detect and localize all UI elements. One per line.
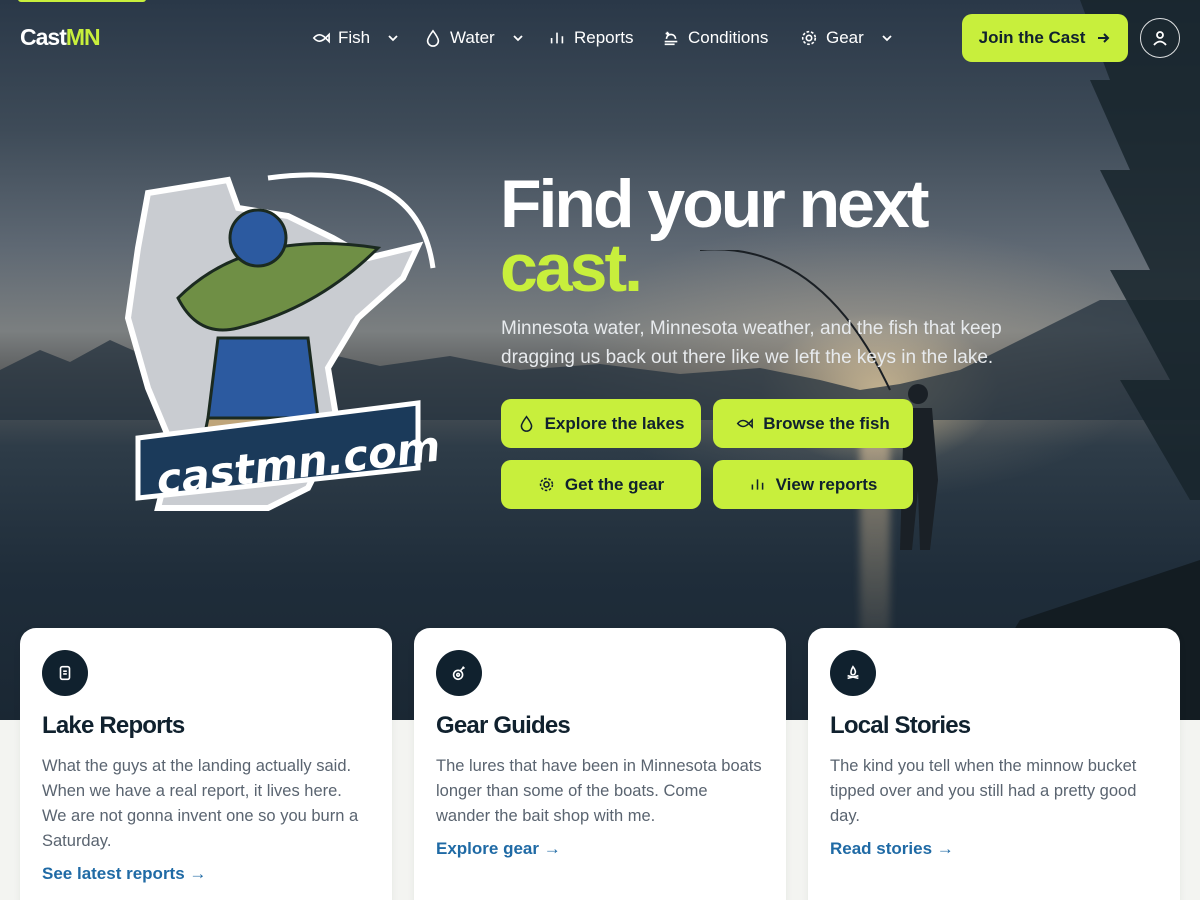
view-reports-button[interactable]: View reports (713, 460, 913, 509)
nav-label: Water (450, 28, 495, 47)
site-logo[interactable]: CastMN (20, 24, 101, 51)
water-drop-icon (520, 415, 532, 432)
card-icon-badge (42, 650, 88, 696)
see-latest-reports-link[interactable]: See latest reports → (42, 864, 206, 884)
nav-item-fish[interactable]: Fish (312, 26, 400, 50)
bar-chart-icon (550, 32, 564, 44)
nav-item-reports[interactable]: Reports (548, 26, 634, 50)
get-gear-button[interactable]: Get the gear (501, 460, 701, 509)
report-icon (59, 665, 71, 681)
card-body: The lures that have been in Minnesota bo… (436, 757, 762, 825)
card-title: Local Stories (830, 712, 971, 739)
active-accent-bar (18, 0, 146, 2)
nav-item-conditions[interactable]: Conditions (662, 26, 768, 50)
fish-icon (312, 32, 330, 44)
gear-icon (801, 30, 817, 46)
hero-headline: Find your next cast. (500, 170, 1060, 306)
explore-lakes-button[interactable]: Explore the lakes (501, 399, 701, 448)
card-title: Gear Guides (436, 712, 571, 739)
chevron-down-icon (388, 35, 398, 42)
card-icon-badge (436, 650, 482, 696)
arrow-right-icon (1098, 33, 1110, 43)
gear-icon (539, 477, 554, 492)
nav-label: Conditions (688, 28, 769, 47)
explore-gear-link[interactable]: Explore gear → (436, 839, 561, 859)
weather-icon (664, 31, 678, 46)
card-body: The kind you tell when the minnow bucket… (830, 757, 1137, 825)
card-gear-guides: Gear Guides The lures that have been in … (414, 628, 786, 900)
nav-label: Gear (826, 28, 864, 47)
campfire-icon (847, 665, 859, 680)
nav-item-gear[interactable]: Gear (800, 26, 894, 50)
water-drop-icon (426, 29, 440, 47)
card-body: What the guys at the landing actually sa… (42, 757, 359, 850)
browse-fish-button[interactable]: Browse the fish (713, 399, 913, 448)
chevron-down-icon (513, 35, 523, 42)
nav-label: Fish (338, 28, 371, 47)
fish-icon (736, 418, 754, 429)
reel-icon (452, 666, 465, 681)
join-button[interactable]: Join the Cast (962, 14, 1128, 62)
card-title: Lake Reports (42, 712, 185, 739)
card-icon-badge (830, 650, 876, 696)
nav-item-water[interactable]: Water (424, 26, 525, 50)
card-lake-reports: Lake Reports What the guys at the landin… (20, 628, 392, 900)
top-navigation: CastMN Fish Water Reports Conditions Gea… (0, 0, 1200, 76)
hero-description: Minnesota water, Minnesota weather, and … (501, 318, 1002, 368)
bar-chart-icon (751, 479, 763, 490)
user-icon (1153, 31, 1167, 46)
castmn-mascot-logo: castmn.com (124, 172, 443, 511)
user-account-button[interactable] (1140, 18, 1180, 58)
nav-label: Reports (574, 28, 634, 47)
hero-headline-accent: cast. (500, 230, 643, 306)
read-stories-link[interactable]: Read stories → (830, 839, 954, 859)
card-local-stories: Local Stories The kind you tell when the… (808, 628, 1180, 900)
chevron-down-icon (882, 35, 892, 42)
